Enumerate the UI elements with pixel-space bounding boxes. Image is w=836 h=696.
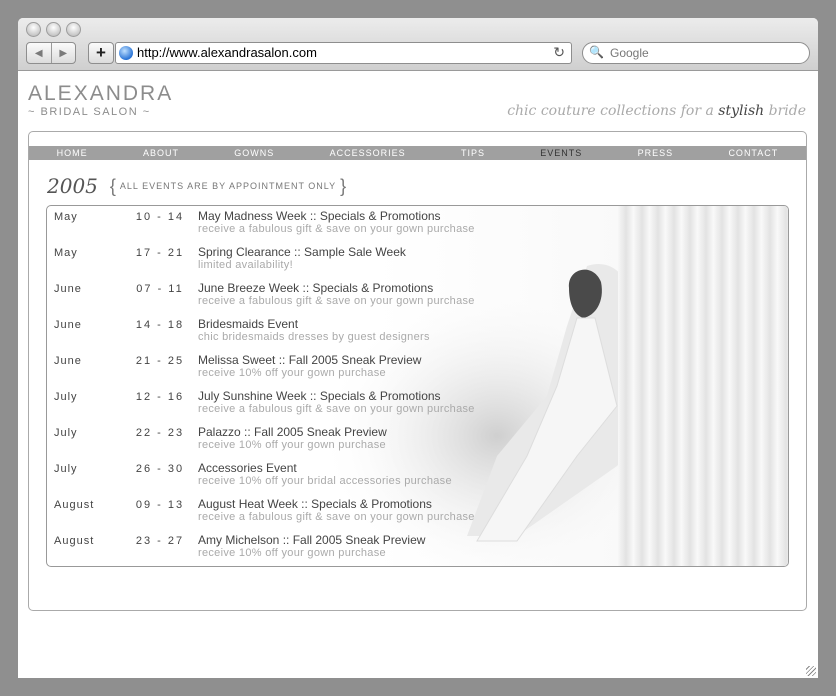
browser-toolbar: ◀ ▶ + http://www.alexandrasalon.com ↻ 🔍 … — [18, 18, 818, 71]
tagline-end: bride — [764, 103, 806, 119]
event-description: chic bridesmaids dresses by guest design… — [198, 331, 430, 343]
nav-item-about[interactable]: ABOUT — [143, 148, 179, 158]
address-url[interactable]: http://www.alexandrasalon.com — [137, 45, 317, 61]
event-row[interactable]: July 26 - 30 Accessories Event receive 1… — [47, 458, 788, 494]
event-dates: 12 - 16 — [135, 391, 185, 403]
event-dates: 23 - 27 — [135, 535, 185, 547]
event-row[interactable]: June 14 - 18 Bridesmaids Event chic brid… — [47, 314, 788, 350]
event-description: receive 10% off your gown purchase — [198, 439, 386, 451]
page-content: ALEXANDRA ~ BRIDAL SALON ~ chic couture … — [18, 71, 818, 678]
back-button[interactable]: ◀ — [27, 43, 52, 63]
brace-open: { — [109, 175, 116, 196]
browser-window: ◀ ▶ + http://www.alexandrasalon.com ↻ 🔍 … — [18, 18, 818, 678]
event-month: June — [54, 355, 82, 367]
event-title: July Sunshine Week :: Specials & Promoti… — [198, 389, 441, 403]
event-title: Palazzo :: Fall 2005 Sneak Preview — [198, 425, 387, 439]
event-description: receive a fabulous gift & save on your g… — [198, 223, 475, 235]
event-dates: 22 - 23 — [135, 427, 185, 439]
search-field[interactable]: 🔍 Google — [582, 42, 810, 64]
nav-item-gowns[interactable]: GOWNS — [234, 148, 274, 158]
event-title: Spring Clearance :: Sample Sale Week — [198, 245, 406, 259]
events-panel: May 10 - 14 May Madness Week :: Specials… — [46, 205, 789, 567]
nav-item-accessories[interactable]: ACCESSORIES — [330, 148, 406, 158]
globe-icon — [119, 46, 133, 60]
event-title: August Heat Week :: Specials & Promotion… — [198, 497, 432, 511]
event-dates: 21 - 25 — [135, 355, 185, 367]
event-month: August — [54, 499, 95, 511]
nav-item-press[interactable]: PRESS — [638, 148, 674, 158]
tagline-emphasis: stylish — [718, 103, 765, 119]
event-row[interactable]: May 17 - 21 Spring Clearance :: Sample S… — [47, 242, 788, 278]
nav-item-home[interactable]: HOME — [57, 148, 88, 158]
search-icon: 🔍 — [589, 45, 604, 59]
event-row[interactable]: July 12 - 16 July Sunshine Week :: Speci… — [47, 386, 788, 422]
events-year: 2005 — [47, 174, 98, 198]
logo-subtitle: ~ BRIDAL SALON ~ — [28, 106, 151, 118]
zoom-window-button[interactable] — [66, 22, 81, 37]
event-dates: 26 - 30 — [135, 463, 185, 475]
event-title: Accessories Event — [198, 461, 297, 475]
events-heading: 2005 { ALL EVENTS ARE BY APPOINTMENT ONL… — [47, 174, 346, 198]
reload-icon[interactable]: ↻ — [553, 44, 565, 61]
nav-item-events[interactable]: EVENTS — [540, 148, 582, 158]
history-buttons: ◀ ▶ — [26, 42, 76, 64]
event-month: June — [54, 319, 82, 331]
event-description: receive a fabulous gift & save on your g… — [198, 511, 475, 523]
event-title: June Breeze Week :: Specials & Promotion… — [198, 281, 434, 295]
tagline-start: chic couture collections for a — [507, 103, 719, 119]
event-row[interactable]: May 10 - 14 May Madness Week :: Specials… — [47, 206, 788, 242]
event-title: May Madness Week :: Specials & Promotion… — [198, 209, 441, 223]
event-description: limited availability! — [198, 259, 293, 271]
event-description: receive 10% off your bridal accessories … — [198, 475, 452, 487]
forward-button[interactable]: ▶ — [52, 43, 76, 63]
add-bookmark-button[interactable]: + — [88, 42, 114, 64]
nav-item-tips[interactable]: TIPS — [461, 148, 485, 158]
event-description: receive 10% off your gown purchase — [198, 547, 386, 559]
event-month: August — [54, 535, 95, 547]
event-row[interactable]: August 09 - 13 August Heat Week :: Speci… — [47, 494, 788, 530]
logo-name: ALEXANDRA — [28, 82, 174, 105]
site-logo[interactable]: ALEXANDRA ~ BRIDAL SALON ~ — [28, 83, 173, 119]
event-dates: 09 - 13 — [135, 499, 185, 511]
event-month: July — [54, 391, 78, 403]
event-title: Amy Michelson :: Fall 2005 Sneak Preview — [198, 533, 426, 547]
event-row[interactable]: August 23 - 27 Amy Michelson :: Fall 200… — [47, 530, 788, 566]
content-card: HOME ABOUT GOWNS ACCESSORIES TIPS EVENTS… — [28, 131, 807, 611]
brace-close: } — [340, 175, 347, 196]
event-month: May — [54, 247, 78, 259]
nav-item-contact[interactable]: CONTACT — [728, 148, 778, 158]
event-dates: 14 - 18 — [135, 319, 185, 331]
event-row[interactable]: June 21 - 25 Melissa Sweet :: Fall 2005 … — [47, 350, 788, 386]
address-bar[interactable]: http://www.alexandrasalon.com ↻ — [115, 42, 572, 64]
event-dates: 07 - 11 — [136, 283, 184, 295]
search-placeholder: Google — [610, 46, 649, 60]
event-month: June — [54, 283, 82, 295]
close-window-button[interactable] — [26, 22, 41, 37]
event-dates: 10 - 14 — [135, 211, 185, 223]
minimize-window-button[interactable] — [46, 22, 61, 37]
event-description: receive a fabulous gift & save on your g… — [198, 403, 475, 415]
site-tagline: chic couture collections for a stylish b… — [507, 103, 806, 119]
event-dates: 17 - 21 — [135, 247, 185, 259]
event-row[interactable]: July 22 - 23 Palazzo :: Fall 2005 Sneak … — [47, 422, 788, 458]
event-description: receive a fabulous gift & save on your g… — [198, 295, 475, 307]
event-month: July — [54, 427, 78, 439]
event-row[interactable]: June 07 - 11 June Breeze Week :: Special… — [47, 278, 788, 314]
event-month: May — [54, 211, 78, 223]
resize-grip[interactable] — [806, 666, 816, 676]
appointment-note: ALL EVENTS ARE BY APPOINTMENT ONLY — [119, 181, 337, 191]
event-description: receive 10% off your gown purchase — [198, 367, 386, 379]
main-nav: HOME ABOUT GOWNS ACCESSORIES TIPS EVENTS… — [29, 146, 806, 160]
event-month: July — [54, 463, 78, 475]
event-title: Melissa Sweet :: Fall 2005 Sneak Preview — [198, 353, 422, 367]
event-title: Bridesmaids Event — [198, 317, 299, 331]
